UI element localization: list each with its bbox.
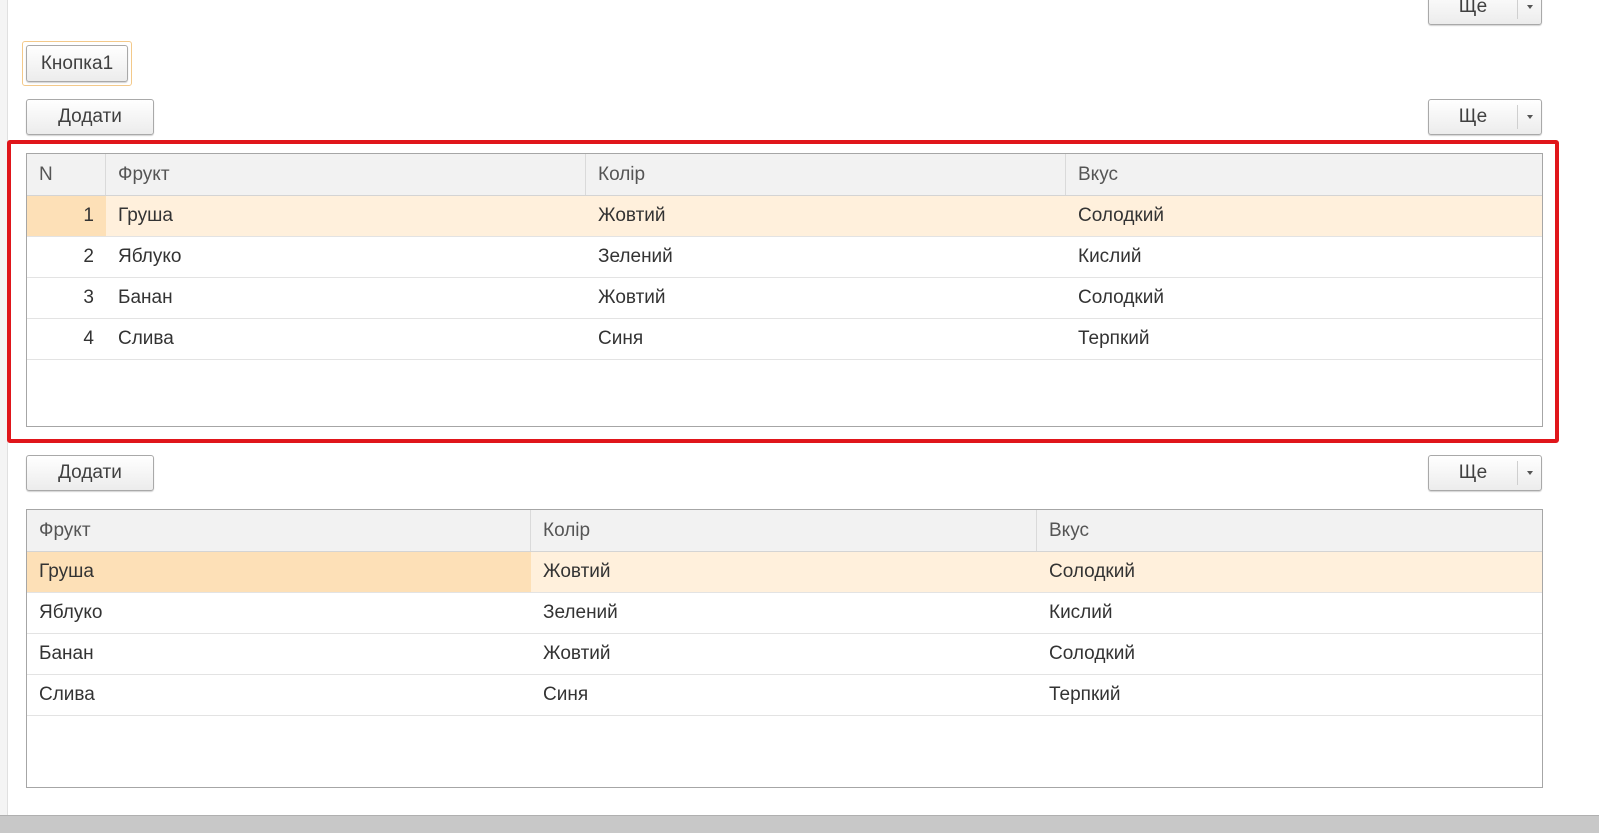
table2-add-label: Додати	[58, 462, 122, 483]
table2-col-taste[interactable]: Вкус	[1037, 510, 1542, 551]
table1-cell-taste: Кислий	[1078, 246, 1142, 267]
table2-more-button[interactable]: Ще	[1428, 455, 1542, 491]
table1-add-button[interactable]: Додати	[26, 99, 154, 135]
button1-label: Кнопка1	[40, 52, 114, 74]
table1-col-n[interactable]: N	[27, 154, 106, 195]
table2-grid[interactable]: Фрукт Колір Вкус Груша Жовтий Солодкий Я…	[26, 509, 1543, 788]
table1-more-button[interactable]: Ще	[1428, 99, 1542, 135]
table1-col-taste[interactable]: Вкус	[1066, 154, 1542, 195]
table2-cell-taste: Солодкий	[1049, 643, 1135, 664]
chevron-down-icon	[1518, 4, 1541, 9]
table1-cell-color: Жовтий	[598, 205, 666, 226]
table1-cell-n: 1	[27, 196, 106, 236]
top-more-label: Ще	[1458, 0, 1488, 17]
table1-cell-fruit: Груша	[118, 205, 173, 226]
top-more-button[interactable]: Ще	[1428, 0, 1542, 25]
table1-header-row: N Фрукт Колір Вкус	[27, 154, 1542, 196]
table1-cell-taste: Солодкий	[1078, 287, 1164, 308]
table2-col-fruit[interactable]: Фрукт	[27, 510, 531, 551]
table-row[interactable]: Яблуко Зелений Кислий	[27, 593, 1542, 634]
table2-cell-taste: Солодкий	[1049, 561, 1135, 582]
table2-col-color[interactable]: Колір	[531, 510, 1037, 551]
table1-cell-color: Синя	[598, 328, 644, 349]
table2-add-button[interactable]: Додати	[26, 455, 154, 491]
table2-cell-fruit: Банан	[39, 643, 94, 664]
table-row[interactable]: Банан Жовтий Солодкий	[27, 634, 1542, 675]
table1-cell-fruit: Яблуко	[118, 246, 182, 267]
table-row[interactable]: 3 Банан Жовтий Солодкий	[27, 278, 1542, 319]
table-row[interactable]: 2 Яблуко Зелений Кислий	[27, 237, 1542, 278]
table1-cell-color: Зелений	[598, 246, 673, 267]
table1-cell-n: 3	[83, 287, 94, 308]
table1-cell-n: 2	[83, 246, 94, 267]
table1-cell-taste: Терпкий	[1078, 328, 1150, 349]
table-row[interactable]: 1 Груша Жовтий Солодкий	[27, 196, 1542, 237]
table2-more-label: Ще	[1458, 462, 1488, 483]
table-row[interactable]: 4 Слива Синя Терпкий	[27, 319, 1542, 360]
table2-cell-taste: Терпкий	[1049, 684, 1121, 705]
table2-cell-color: Жовтий	[543, 643, 611, 664]
chevron-down-icon	[1518, 471, 1541, 475]
table1-add-label: Додати	[58, 106, 122, 127]
table2-cell-color: Зелений	[543, 602, 618, 623]
table2-cell-fruit: Яблуко	[39, 602, 103, 623]
table1-cell-taste: Солодкий	[1078, 205, 1164, 226]
table1-cell-color: Жовтий	[598, 287, 666, 308]
divider	[1517, 0, 1518, 19]
table1-col-fruit[interactable]: Фрукт	[106, 154, 586, 195]
table2-cell-fruit: Слива	[39, 684, 95, 705]
table1-cell-fruit: Банан	[118, 287, 173, 308]
chevron-down-icon	[1518, 115, 1541, 119]
table2-cell-color: Синя	[543, 684, 589, 705]
table2-header-row: Фрукт Колір Вкус	[27, 510, 1542, 552]
table1-col-color[interactable]: Колір	[586, 154, 1066, 195]
bottom-scroll-bar[interactable]	[0, 815, 1599, 833]
table1-more-label: Ще	[1458, 106, 1488, 127]
table-row[interactable]: Слива Синя Терпкий	[27, 675, 1542, 716]
table-row[interactable]: Груша Жовтий Солодкий	[27, 552, 1542, 593]
button1[interactable]: Кнопка1	[26, 45, 128, 82]
table2-cell-color: Жовтий	[543, 561, 611, 582]
table1-cell-n: 4	[83, 328, 94, 349]
table1-cell-fruit: Слива	[118, 328, 174, 349]
left-panel-edge	[0, 0, 8, 833]
table1-grid[interactable]: N Фрукт Колір Вкус 1 Груша Жовтий Солодк…	[26, 153, 1543, 427]
table2-cell-fruit: Груша	[27, 552, 531, 592]
table2-cell-taste: Кислий	[1049, 602, 1113, 623]
